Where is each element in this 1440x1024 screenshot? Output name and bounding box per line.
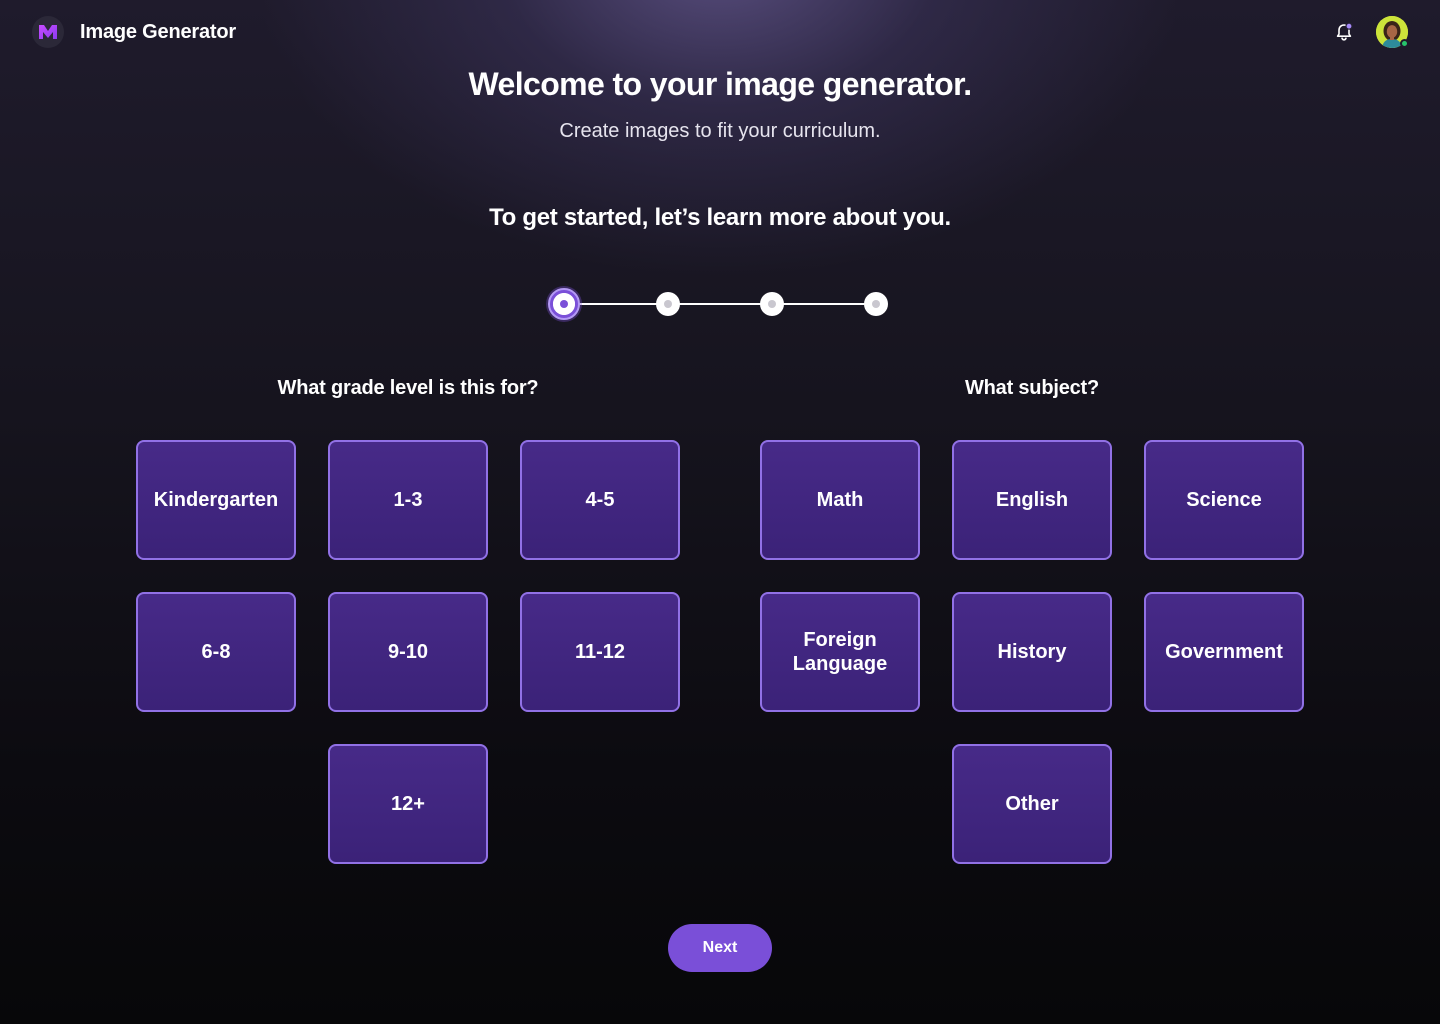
step-3[interactable]: [760, 292, 784, 316]
grade-option-6-8[interactable]: 6-8: [136, 592, 296, 712]
subject-option-science[interactable]: Science: [1144, 440, 1304, 560]
grade-option-4-5[interactable]: 4-5: [520, 440, 680, 560]
grade-option-kindergarten[interactable]: Kindergarten: [136, 440, 296, 560]
subject-option-foreign-language[interactable]: Foreign Language: [760, 592, 920, 712]
step-2[interactable]: [656, 292, 680, 316]
stepper-line: [564, 303, 876, 305]
subject-option-government[interactable]: Government: [1144, 592, 1304, 712]
subject-option-english[interactable]: English: [952, 440, 1112, 560]
grade-option-12-plus[interactable]: 12+: [328, 744, 488, 864]
page-subtitle: Create images to fit your curriculum.: [559, 120, 881, 142]
grade-question: What grade level is this for?: [277, 377, 539, 399]
online-status-dot: [1400, 39, 1409, 48]
app-title: Image Generator: [80, 21, 236, 43]
notification-dot: [1345, 22, 1353, 30]
grade-option-9-10[interactable]: 9-10: [328, 592, 488, 712]
next-button[interactable]: Next: [668, 924, 772, 972]
top-bar: Image Generator: [0, 0, 1440, 64]
progress-stepper: [548, 288, 892, 320]
step-1-active[interactable]: [548, 288, 580, 320]
subject-question: What subject?: [964, 377, 1100, 399]
grade-option-1-3[interactable]: 1-3: [328, 440, 488, 560]
bell-icon[interactable]: [1334, 22, 1354, 42]
m-logo-glyph: [39, 25, 57, 39]
subject-option-other[interactable]: Other: [952, 744, 1112, 864]
onboarding-prompt: To get started, let’s learn more about y…: [489, 204, 951, 231]
step-4[interactable]: [864, 292, 888, 316]
subject-option-math[interactable]: Math: [760, 440, 920, 560]
subject-option-history[interactable]: History: [952, 592, 1112, 712]
grade-option-11-12[interactable]: 11-12: [520, 592, 680, 712]
page-title: Welcome to your image generator.: [468, 66, 972, 102]
m-logo-icon[interactable]: [32, 16, 64, 48]
